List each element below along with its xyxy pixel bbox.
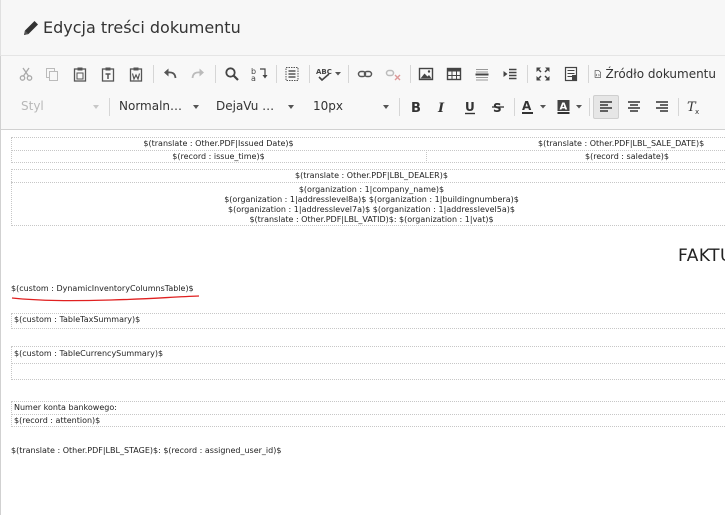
align-right-icon[interactable] [651, 96, 673, 118]
unlink-icon[interactable] [382, 63, 404, 85]
format-combo[interactable]: Normaln… [119, 96, 201, 118]
size-combo-label: 10px [313, 99, 343, 113]
table-icon[interactable] [443, 63, 465, 85]
paste-word-icon[interactable] [125, 63, 147, 85]
cut-icon[interactable] [15, 63, 37, 85]
rich-text-editor: ba ABC Źródło dokumentu Styl Normaln… De… [0, 56, 725, 515]
dealer-label: $(translate : Other.PDF|LBL_DEALER)$ [295, 171, 448, 180]
source-button[interactable]: Źródło dokumentu [594, 63, 716, 85]
underline-icon[interactable]: U [459, 96, 481, 118]
toolbar-separator [309, 65, 310, 83]
org-city-line: $(organization : 1|addresslevel7a)$ $(or… [228, 205, 515, 214]
toolbar-separator [589, 98, 590, 116]
insert-placeholder-icon[interactable] [499, 63, 521, 85]
toolbar-separator [514, 98, 515, 116]
svg-text:S: S [493, 101, 502, 115]
chevron-down-icon [93, 105, 99, 109]
svg-text:a: a [251, 74, 256, 82]
chevron-down-icon [383, 105, 389, 109]
font-combo-label: DejaVu … [216, 99, 275, 113]
chevron-down-icon [288, 105, 294, 109]
undo-icon[interactable] [159, 63, 181, 85]
toolbar-separator [348, 65, 349, 83]
table-rule [426, 150, 427, 163]
org-address-line: $(organization : 1|addresslevel8a)$ $(or… [224, 195, 519, 204]
text-color-icon[interactable]: A [519, 96, 551, 118]
strikethrough-icon[interactable]: S [487, 96, 509, 118]
paste-icon[interactable] [69, 63, 91, 85]
org-vat-line: $(translate : Other.PDF|LBL_VATID)$: $(o… [249, 215, 494, 224]
image-icon[interactable] [415, 63, 437, 85]
table-rule [11, 414, 725, 415]
redo-icon[interactable] [187, 63, 209, 85]
toolbar-separator [153, 65, 154, 83]
replace-icon[interactable]: ba [248, 63, 270, 85]
select-all-icon[interactable] [281, 63, 303, 85]
modal-header: Edycja treści dokumentu [0, 0, 725, 56]
toolbar-separator [527, 65, 528, 83]
svg-text:x: x [695, 108, 699, 115]
tax-summary-placeholder: $(custom : TableTaxSummary)$ [14, 315, 141, 324]
saledate-value: $(record : saledate)$ [585, 152, 670, 161]
modal-title: Edycja treści dokumentu [43, 18, 241, 37]
link-icon[interactable] [354, 63, 376, 85]
inventory-table-placeholder: $(custom : DynamicInventoryColumnsTable)… [11, 284, 194, 293]
align-center-icon[interactable] [623, 96, 645, 118]
attention-value: $(record : attention)$ [14, 416, 101, 425]
find-icon[interactable] [221, 63, 243, 85]
toolbar-separator [276, 65, 277, 83]
background-color-icon[interactable]: A [555, 96, 587, 118]
table-rule [11, 182, 725, 183]
format-combo-label: Normaln… [119, 99, 183, 113]
horizontal-line-icon[interactable] [471, 63, 493, 85]
bold-icon[interactable]: B [405, 96, 427, 118]
source-button-label: Źródło dokumentu [605, 67, 716, 81]
paste-text-icon[interactable] [97, 63, 119, 85]
org-company-name: $(organization : 1|company_name)$ [298, 185, 445, 194]
issued-date-label: $(translate : Other.PDF|Issued Date)$ [143, 139, 294, 148]
style-combo[interactable]: Styl [21, 96, 101, 118]
toolbar-separator [588, 65, 589, 83]
invoice-title: FAKTU [678, 246, 725, 266]
toolbar-separator [109, 98, 110, 116]
show-blocks-icon[interactable] [560, 63, 582, 85]
table-rule [11, 363, 725, 364]
toolbar-separator [215, 65, 216, 83]
source-icon [594, 70, 601, 78]
svg-text:I: I [437, 101, 445, 115]
svg-text:ABC: ABC [316, 68, 332, 76]
size-combo[interactable]: 10px [313, 96, 391, 118]
remove-format-icon[interactable]: Tx [683, 96, 705, 118]
issue-time-value: $(record : issue_time)$ [172, 152, 265, 161]
pencil-icon [24, 21, 38, 35]
svg-text:A: A [522, 99, 532, 113]
toolbar-separator [678, 98, 679, 116]
toolbar-separator [399, 98, 400, 116]
font-combo[interactable]: DejaVu … [216, 96, 296, 118]
bank-account-label: Numer konta bankowego: [14, 403, 117, 412]
toolbar-separator [410, 65, 411, 83]
copy-icon[interactable] [41, 63, 63, 85]
style-combo-label: Styl [21, 99, 44, 113]
currency-summary-placeholder: $(custom : TableCurrencySummary)$ [14, 349, 164, 358]
red-underline-annotation [11, 295, 200, 302]
italic-icon[interactable]: I [431, 96, 453, 118]
stage-line: $(translate : Other.PDF|LBL_STAGE)$: $(r… [11, 446, 282, 455]
spellcheck-icon[interactable]: ABC [314, 63, 344, 85]
sale-date-label: $(translate : Other.PDF|LBL_SALE_DATE)$ [538, 139, 705, 148]
svg-text:B: B [411, 101, 421, 115]
maximize-icon[interactable] [532, 63, 554, 85]
svg-text:A: A [560, 102, 568, 113]
align-left-icon[interactable] [593, 95, 619, 119]
chevron-down-icon [193, 105, 199, 109]
svg-text:U: U [465, 100, 475, 114]
table-rule [11, 150, 725, 151]
editor-content[interactable]: $(translate : Other.PDF|Issued Date)$ $(… [1, 130, 725, 515]
editor-toolbar: ba ABC Źródło dokumentu Styl Normaln… De… [1, 56, 725, 130]
